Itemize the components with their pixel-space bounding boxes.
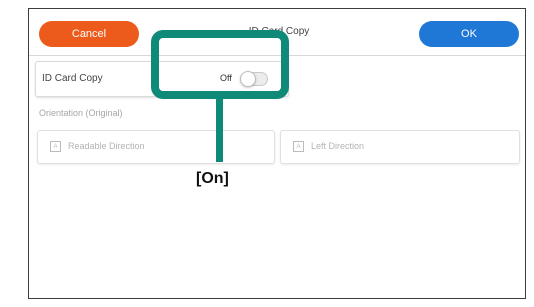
callout-label: [On] (196, 170, 229, 187)
callout-pointer-line (216, 99, 223, 162)
ok-button[interactable]: OK (419, 21, 519, 47)
id-card-copy-label: ID Card Copy (42, 73, 103, 84)
orientation-left-direction-button[interactable]: A Left Direction (280, 130, 520, 164)
orientation-option-label: Readable Direction (68, 141, 145, 151)
orientation-option-label: Left Direction (311, 141, 365, 151)
toggle-highlight-frame (151, 30, 289, 99)
orientation-section-label: Orientation (Original) (39, 108, 123, 118)
cancel-button[interactable]: Cancel (39, 21, 139, 47)
readable-direction-icon: A (50, 141, 61, 152)
left-direction-icon: A (293, 141, 304, 152)
orientation-readable-direction-button[interactable]: A Readable Direction (37, 130, 275, 164)
